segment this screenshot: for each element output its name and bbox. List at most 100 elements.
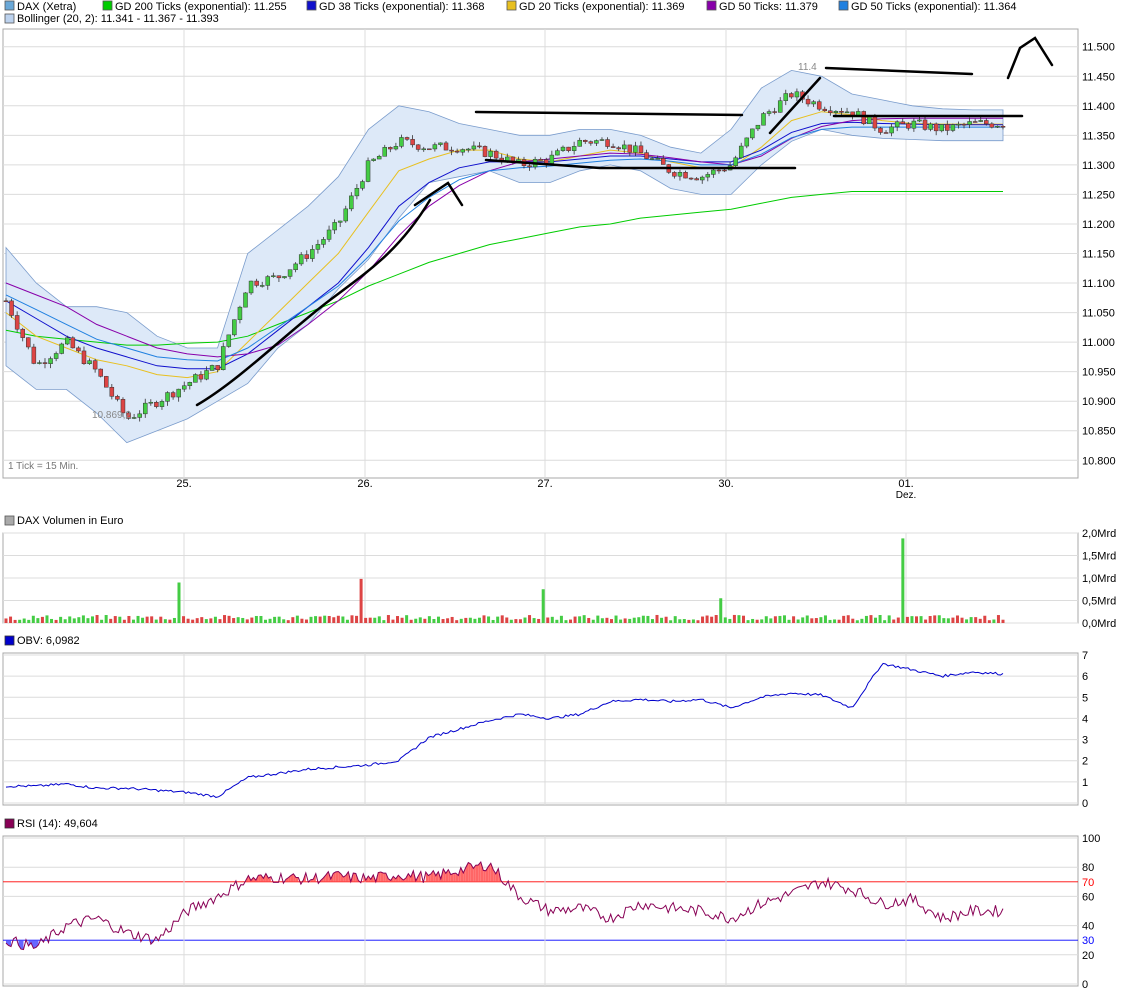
- candle-body: [750, 128, 755, 139]
- volume-bar: [828, 619, 832, 623]
- volume-bar: [578, 616, 582, 623]
- candle-body: [761, 113, 766, 126]
- volume-bar: [172, 617, 176, 623]
- price-tick-label: 11.050: [1082, 308, 1115, 320]
- volume-tick-label: 0,5Mrd: [1082, 596, 1116, 608]
- volume-bar: [696, 620, 700, 623]
- legend-swatch-5: [838, 0, 849, 11]
- volume-bar: [9, 616, 13, 623]
- candle-body: [193, 374, 198, 383]
- volume-bar: [268, 618, 272, 623]
- volume-bar: [555, 619, 559, 623]
- volume-bar: [50, 618, 54, 623]
- candle-body: [649, 158, 655, 160]
- candle-body: [81, 350, 87, 365]
- obv-legend-swatch: [4, 635, 15, 646]
- candle-body: [154, 401, 159, 407]
- candle-body: [610, 146, 616, 148]
- legend-label-0: DAX (Xetra): [17, 1, 76, 13]
- volume-bar: [318, 616, 322, 623]
- volume-bar: [532, 618, 536, 623]
- candle-body: [360, 181, 365, 189]
- volume-bar: [36, 618, 40, 623]
- candle-body: [415, 144, 421, 150]
- candle-body: [939, 124, 944, 132]
- volume-bar: [573, 616, 577, 623]
- rsi-overbought-fill: [383, 873, 386, 882]
- volume-bar: [245, 619, 249, 623]
- bollinger-legend-label: Bollinger (20, 2): 11.341 - 11.367 - 11.…: [17, 13, 219, 25]
- volume-bar: [764, 616, 768, 623]
- candle-body: [995, 126, 1000, 128]
- obv-tick-label: 5: [1082, 692, 1088, 704]
- volume-bar: [250, 617, 254, 623]
- candle-body: [950, 124, 956, 131]
- candle-body: [31, 346, 37, 364]
- volume-bar: [482, 615, 486, 623]
- volume-bar: [309, 616, 313, 623]
- volume-bar: [355, 615, 359, 623]
- volume-bar: [59, 616, 63, 623]
- price-tick-label: 10.950: [1082, 367, 1116, 379]
- volume-bar: [263, 619, 267, 623]
- candle-body: [571, 146, 577, 151]
- volume-bar: [723, 617, 727, 623]
- volume-bar: [154, 619, 158, 623]
- candle-body: [265, 276, 271, 286]
- candle-body: [365, 160, 371, 182]
- candle-body: [271, 275, 276, 277]
- candle-body: [978, 120, 983, 122]
- candle-body: [42, 362, 48, 364]
- candle-body: [755, 124, 761, 130]
- candle-body: [683, 172, 688, 179]
- candle-body: [694, 178, 699, 181]
- candle-body: [560, 146, 566, 151]
- volume-bar: [710, 616, 714, 623]
- obv-tick-label: 1: [1082, 777, 1088, 789]
- volume-bar: [81, 615, 85, 623]
- volume-bar: [464, 617, 468, 623]
- volume-bar: [569, 619, 573, 623]
- candle-body: [705, 174, 711, 178]
- volume-bar: [300, 618, 304, 623]
- candle-body: [844, 111, 850, 114]
- volume-bar: [887, 615, 891, 623]
- candle-body: [382, 147, 387, 157]
- candle-body: [867, 116, 872, 125]
- price-tick-label: 10.800: [1082, 455, 1116, 467]
- volume-bar: [819, 617, 823, 623]
- candle-body: [789, 93, 794, 98]
- volume-bar: [200, 617, 204, 623]
- candle-body: [115, 396, 120, 400]
- volume-bar: [27, 619, 31, 623]
- volume-bar: [104, 615, 108, 623]
- rsi-tick-label: 60: [1082, 891, 1094, 903]
- candle-body: [555, 150, 560, 156]
- volume-bar: [892, 619, 896, 623]
- volume-bar: [609, 619, 613, 623]
- candle-body: [627, 144, 633, 153]
- candle-body: [488, 150, 493, 157]
- candle-body: [967, 121, 972, 125]
- candle-body: [460, 149, 465, 153]
- candle-body: [811, 101, 816, 105]
- volume-bar: [177, 582, 181, 623]
- candle-body: [248, 280, 254, 294]
- candle-body: [733, 157, 738, 166]
- volume-bar: [109, 618, 113, 623]
- volume-bar: [751, 618, 755, 623]
- volume-bar: [992, 619, 996, 623]
- rsi-overbought-fill: [468, 862, 471, 882]
- price-tick-label: 11.350: [1082, 130, 1115, 142]
- volume-bar: [564, 620, 568, 623]
- obv-title: OBV: 6,0982: [17, 635, 80, 647]
- volume-bar: [168, 619, 172, 623]
- price-tick-label: 11.300: [1082, 160, 1115, 172]
- volume-bar: [955, 615, 959, 623]
- candle-body: [204, 370, 209, 380]
- rsi-title: RSI (14): 49,604: [17, 818, 98, 830]
- volume-bar: [846, 615, 850, 623]
- volume-bar: [687, 619, 691, 623]
- volume-bar: [241, 617, 245, 623]
- candle-body: [232, 319, 237, 336]
